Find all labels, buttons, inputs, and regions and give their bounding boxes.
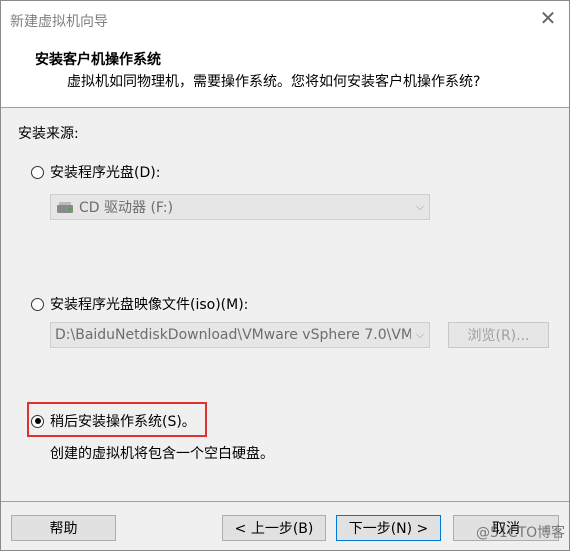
help-button[interactable]: 帮助 xyxy=(11,515,116,541)
radio-iso-image-label: 安装程序光盘映像文件(iso)(M): xyxy=(50,297,249,313)
radio-install-later[interactable]: 稍后安装操作系统(S)。 xyxy=(31,411,196,431)
next-button[interactable]: 下一步(N) > xyxy=(336,515,441,541)
disc-drive-value: CD 驱动器 (F:) xyxy=(79,200,174,216)
browse-button[interactable]: 浏览(R)... xyxy=(448,322,549,348)
disc-drive-select[interactable]: CD 驱动器 (F:) ⌵ xyxy=(50,194,430,220)
radio-installer-disc-label: 安装程序光盘(D): xyxy=(50,165,161,181)
wizard-header: 安装客户机操作系统 虚拟机如同物理机，需要操作系统。您将如何安装客户机操作系统? xyxy=(1,36,569,108)
window-title: 新建虚拟机向导 xyxy=(10,14,108,30)
page-subtitle: 虚拟机如同物理机，需要操作系统。您将如何安装客户机操作系统? xyxy=(67,74,481,90)
radio-iso-image[interactable]: 安装程序光盘映像文件(iso)(M): xyxy=(31,294,248,314)
radio-button[interactable] xyxy=(31,165,44,179)
install-source-label: 安装来源: xyxy=(18,126,79,142)
iso-path-value: D:\BaiduNetdiskDownload\VMware vSphere 7… xyxy=(55,327,411,343)
close-icon[interactable]: ✕ xyxy=(537,7,559,29)
cd-drive-icon xyxy=(57,201,73,213)
chevron-down-icon[interactable]: ⌵ xyxy=(411,328,429,342)
footer-divider xyxy=(1,501,569,502)
chevron-down-icon[interactable]: ⌵ xyxy=(411,200,429,214)
radio-button-checked[interactable] xyxy=(31,414,44,428)
install-later-description: 创建的虚拟机将包含一个空白硬盘。 xyxy=(50,446,274,462)
radio-installer-disc[interactable]: 安装程序光盘(D): xyxy=(31,162,160,182)
title-bar: 新建虚拟机向导 ✕ xyxy=(1,1,569,36)
back-button[interactable]: < 上一步(B) xyxy=(222,515,326,541)
radio-install-later-label: 稍后安装操作系统(S)。 xyxy=(50,414,196,430)
radio-button[interactable] xyxy=(31,297,44,311)
iso-path-select[interactable]: D:\BaiduNetdiskDownload\VMware vSphere 7… xyxy=(50,322,430,348)
watermark: @51CTO博客 xyxy=(476,525,566,541)
page-title: 安装客户机操作系统 xyxy=(35,52,161,68)
wizard-window: 新建虚拟机向导 ✕ 安装客户机操作系统 虚拟机如同物理机，需要操作系统。您将如何… xyxy=(0,0,570,551)
